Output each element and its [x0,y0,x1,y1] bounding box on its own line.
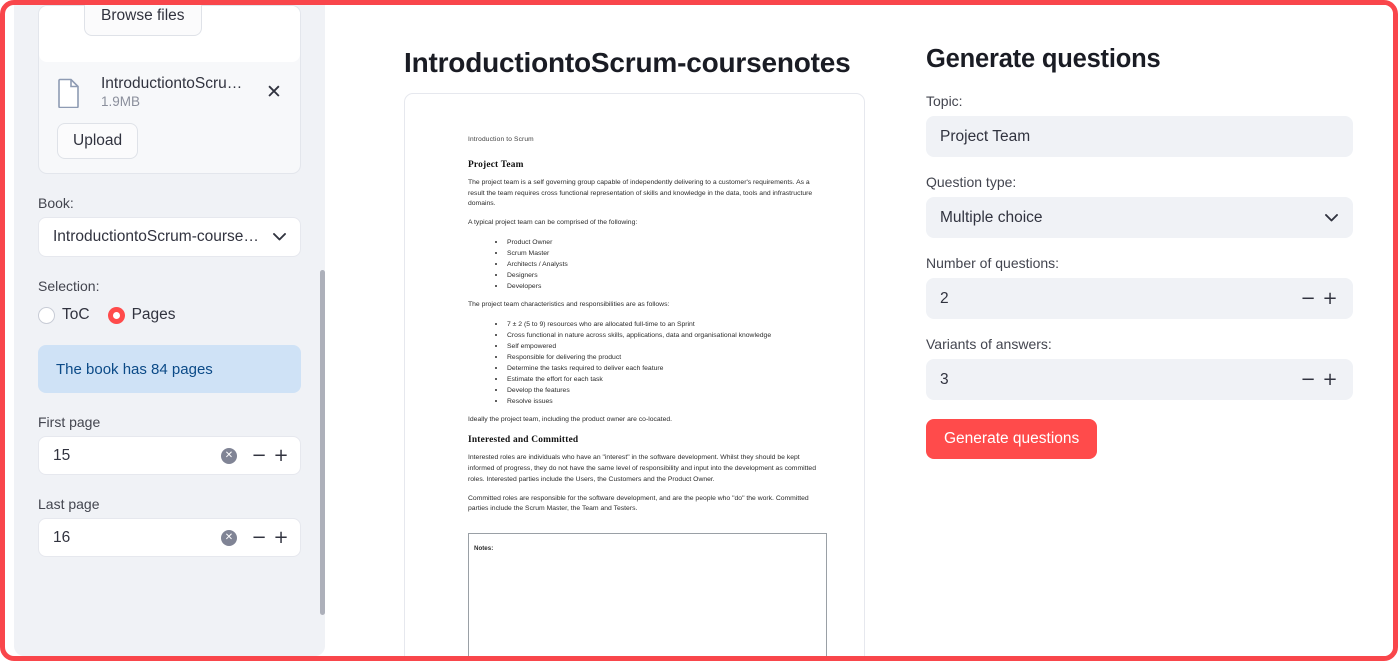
doc-running-head: Introduction to Scrum [468,136,534,143]
list-item: Developers [495,281,827,292]
document-page-card: Introduction to Scrum Project Team The p… [404,93,865,656]
list-item: Determine the tasks required to deliver … [495,363,827,374]
book-label: Book: [38,195,74,212]
radio-option-toc[interactable]: ToC [38,306,97,324]
close-icon[interactable]: ✕ [264,82,284,103]
doc-paragraph: Ideally the project team, including the … [468,415,673,423]
book-select[interactable]: IntroductiontoScrum-courseno… [38,217,301,258]
file-dropzone[interactable]: Browse files [39,5,300,62]
doc-list-roles: Product Owner Scrum Master Architects / … [468,237,827,292]
page-count-info-banner: The book has 84 pages [38,345,301,394]
radio-label-pages: Pages [131,306,176,324]
number-of-questions-value[interactable]: 2 [940,290,1297,308]
last-page-stepper[interactable]: 16 ✕ − + [38,518,301,558]
document-preview-panel: IntroductiontoScrum-coursenotes Introduc… [325,5,895,656]
upload-button[interactable]: Upload [57,123,139,160]
selection-label: Selection: [38,278,100,295]
uploaded-file-item: IntroductiontoScru… 1.9MB ✕ [39,62,300,121]
file-size: 1.9MB [101,94,141,110]
panel-title: Generate questions [926,45,1161,73]
doc-paragraph: Interested roles are individuals who hav… [468,454,816,483]
topic-label: Topic: [926,93,963,109]
variants-of-answers-stepper[interactable]: 3 − + [926,359,1353,400]
chevron-down-icon [1325,213,1338,222]
list-item: Estimate the effort for each task [495,374,827,385]
list-item: Designers [495,270,827,281]
number-of-questions-label: Number of questions: [926,255,1060,271]
doc-notes-label: Notes: [474,545,494,553]
variants-of-answers-value[interactable]: 3 [940,371,1297,389]
number-of-questions-stepper[interactable]: 2 − + [926,278,1353,319]
doc-paragraph: A typical project team can be comprised … [468,219,638,227]
last-page-increment[interactable]: + [270,528,292,547]
radio-option-pages[interactable]: Pages [107,306,183,324]
doc-paragraph: Committed roles are responsible for the … [468,494,809,513]
generate-questions-button[interactable]: Generate questions [926,419,1098,459]
first-page-label: First page [38,414,101,431]
variants-of-answers-label: Variants of answers: [926,336,1052,352]
file-icon [57,78,81,108]
sidebar-panel: Browse files IntroductiontoScru… 1.9MB ✕ [14,5,325,656]
list-item: Scrum Master [495,248,827,259]
list-item: 7 ± 2 (5 to 9) resources who are allocat… [495,319,827,330]
doc-heading-project-team: Project Team [468,160,524,170]
chevron-down-icon [273,233,286,241]
doc-heading-interested-committed: Interested and Committed [468,435,579,446]
question-type-value: Multiple choice [940,208,1043,226]
document-page-content: Introduction to Scrum Project Team The p… [405,94,864,656]
file-uploader-card: Browse files IntroductiontoScru… 1.9MB ✕ [38,5,301,175]
first-page-increment[interactable]: + [270,446,292,465]
file-name: IntroductiontoScru… [101,75,243,92]
last-page-decrement[interactable]: − [248,528,270,547]
generate-questions-panel: Generate questions Topic: Project Team Q… [895,5,1393,656]
question-type-select[interactable]: Multiple choice [926,197,1353,238]
doc-list-characteristics: 7 ± 2 (5 to 9) resources who are allocat… [468,319,827,407]
radio-label-toc: ToC [62,306,90,324]
list-item: Responsible for delivering the product [495,352,827,363]
selection-radio-group: ToC Pages [38,300,301,330]
topic-input[interactable]: Project Team [926,116,1353,157]
variants-of-answers-decrement[interactable]: − [1297,370,1319,389]
book-select-value: IntroductiontoScrum-courseno… [53,228,267,246]
last-page-value[interactable]: 16 [53,529,221,547]
doc-paragraph: The project team characteristics and res… [468,300,670,308]
sidebar-content: Browse files IntroductiontoScru… 1.9MB ✕ [14,5,325,558]
list-item: Product Owner [495,237,827,248]
browse-files-button[interactable]: Browse files [84,5,202,36]
first-page-value[interactable]: 15 [53,447,221,465]
radio-dot-pages [107,306,125,324]
clear-icon[interactable]: ✕ [221,447,237,464]
clear-icon[interactable]: ✕ [221,529,237,546]
last-page-label: Last page [38,496,100,513]
file-meta: IntroductiontoScru… 1.9MB [93,74,252,111]
list-item: Cross functional in nature across skills… [495,330,827,341]
list-item: Self empowered [495,341,827,352]
radio-dot-toc [38,306,55,324]
first-page-decrement[interactable]: − [248,446,270,465]
number-of-questions-increment[interactable]: + [1319,289,1341,308]
question-type-label: Question type: [926,174,1017,190]
first-page-stepper[interactable]: 15 ✕ − + [38,436,301,476]
doc-paragraph: The project team is a self governing gro… [468,179,813,208]
list-item: Resolve issues [495,396,827,407]
number-of-questions-decrement[interactable]: − [1297,289,1319,308]
variants-of-answers-increment[interactable]: + [1319,370,1341,389]
app-frame: Browse files IntroductiontoScru… 1.9MB ✕ [0,0,1398,661]
doc-notes-box: Notes: [468,533,827,656]
list-item: Develop the features [495,385,827,396]
page-title: IntroductiontoScrum-coursenotes [404,47,851,78]
list-item: Architects / Analysts [495,259,827,270]
